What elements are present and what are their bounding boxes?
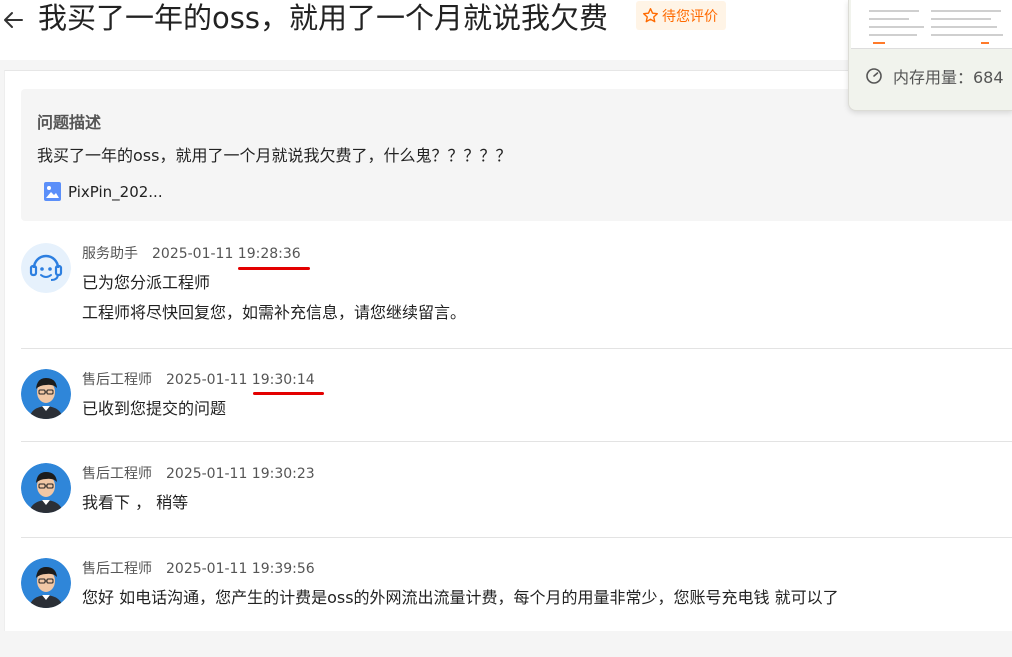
rate-button[interactable]: 待您评价: [636, 1, 726, 30]
divider: [21, 537, 1012, 538]
rate-label: 待您评价: [662, 8, 718, 25]
robot-avatar: [21, 243, 71, 293]
red-annotation-underline: [238, 267, 310, 270]
ticket-card: 问题描述 我买了一年的oss，就用了一个月就说我欠费了，什么鬼？？？？？ Pix…: [4, 70, 1012, 631]
engineer-portrait-icon: [21, 463, 71, 513]
message-text: 已收到您提交的问题: [82, 399, 227, 418]
description-text: 我买了一年的oss，就用了一个月就说我欠费了，什么鬼？？？？？: [37, 146, 512, 165]
engineer-avatar: [21, 369, 71, 419]
sender-name: 售后工程师: [82, 561, 152, 577]
attachment-link[interactable]: PixPin_202...: [43, 181, 163, 202]
message-text: 已为您分派工程师: [82, 273, 211, 292]
screenshot-preview-overlay: 内存用量：684: [848, 0, 1012, 111]
image-file-icon: [44, 182, 61, 201]
divider: [21, 441, 1012, 442]
message-meta: 售后工程师 2025-01-11 19:39:56: [82, 558, 315, 578]
message-datetime: 2025-01-11 19:30:23: [166, 466, 315, 482]
message-text: 工程师将尽快回复您，如需补充信息，请您继续留言。: [82, 303, 467, 322]
message-text: 您好 如电话沟通，您产生的计费是oss的外网流出流量计费，每个月的用量非常少，您…: [82, 588, 839, 607]
sender-name: 售后工程师: [82, 372, 152, 388]
arrow-left-icon[interactable]: [0, 6, 28, 34]
message-meta: 售后工程师 2025-01-11 19:30:14: [82, 369, 315, 389]
memory-usage-label: 内存用量：684: [893, 68, 1004, 87]
sender-name: 售后工程师: [82, 466, 152, 482]
page-title: 我买了一年的oss，就用了一个月就说我欠费: [38, 1, 608, 35]
attachment-name: PixPin_202...: [68, 182, 163, 201]
message-meta: 售后工程师 2025-01-11 19:30:23: [82, 463, 315, 483]
engineer-portrait-icon: [21, 369, 71, 419]
divider: [21, 348, 1012, 349]
engineer-portrait-icon: [21, 558, 71, 608]
engineer-avatar: [21, 463, 71, 513]
engineer-avatar: [21, 558, 71, 608]
message-datetime: 2025-01-11 19:30:14: [166, 372, 315, 388]
gauge-icon: [866, 68, 882, 84]
description-label: 问题描述: [37, 113, 102, 132]
star-icon: [643, 8, 658, 23]
headset-robot-icon: [21, 243, 71, 293]
message-datetime: 2025-01-11 19:39:56: [166, 561, 315, 577]
red-annotation-underline: [253, 392, 324, 395]
message-datetime: 2025-01-11 19:28:36: [152, 246, 301, 262]
message-meta: 服务助手 2025-01-11 19:28:36: [82, 243, 301, 263]
screenshot-thumbnail: [851, 0, 1012, 49]
message-text: 我看下 ， 稍等: [82, 493, 189, 512]
sender-name: 服务助手: [82, 246, 138, 262]
